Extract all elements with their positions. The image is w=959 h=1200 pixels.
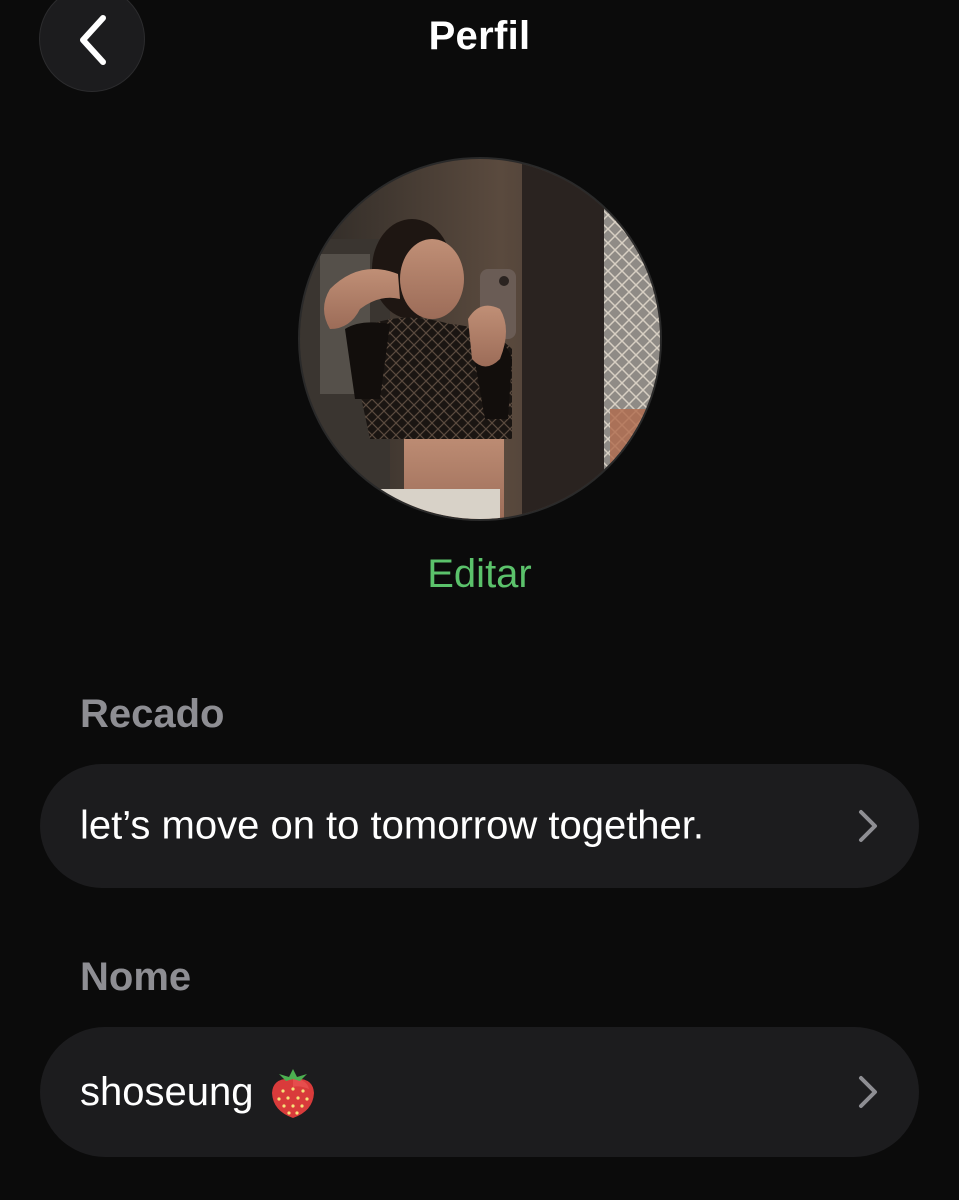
chevron-right-icon <box>859 810 877 842</box>
header: Perfil <box>0 0 959 96</box>
name-value: shoseung <box>80 1069 254 1114</box>
name-row[interactable]: shoseung <box>40 1027 919 1157</box>
status-value: let’s move on to tomorrow together. <box>80 803 705 848</box>
avatar[interactable] <box>298 157 662 521</box>
strawberry-icon <box>272 1069 315 1118</box>
status-row[interactable]: let’s move on to tomorrow together. <box>40 764 919 888</box>
profile-photo <box>300 159 660 519</box>
status-label: Recado <box>80 692 225 736</box>
chevron-right-icon <box>859 1076 877 1108</box>
edit-photo-button[interactable]: Editar <box>0 552 959 597</box>
page-title: Perfil <box>428 14 531 58</box>
name-value-group: shoseung <box>80 1065 317 1119</box>
name-label: Nome <box>80 955 192 999</box>
